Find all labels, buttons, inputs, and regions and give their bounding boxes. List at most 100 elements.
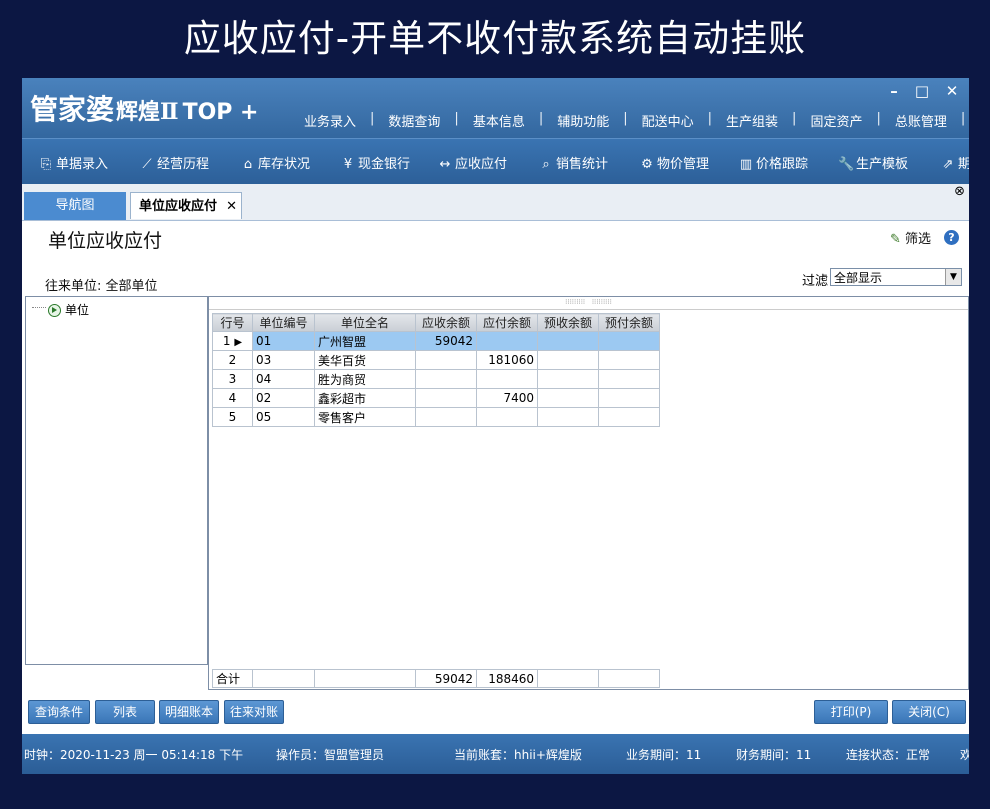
table-cell[interactable]: 零售客户 [314, 407, 416, 427]
toolbar-period[interactable]: ⇗ 期 [940, 153, 969, 172]
table-cell[interactable] [537, 350, 599, 370]
column-header[interactable]: 行号 [212, 313, 253, 332]
table-cell[interactable] [537, 331, 599, 351]
detail-ledger-button[interactable]: 明细账本 [159, 700, 219, 724]
table-cell[interactable]: 05 [252, 407, 315, 427]
toolbar-receivable-payable[interactable]: ↔ 应收应付 [437, 153, 507, 172]
drag-handle[interactable]: ⁞⁞⁞⁞⁞⁞⁞⁞⁞ ⁞⁞⁞⁞⁞⁞⁞⁞⁞ [209, 297, 968, 310]
maximize-icon[interactable]: □ [912, 82, 932, 100]
table-cell[interactable] [415, 350, 477, 370]
table-row[interactable]: 2 03 美华百货 181060 [212, 350, 660, 370]
totals-cell [252, 669, 315, 688]
balance-grid: ⁞⁞⁞⁞⁞⁞⁞⁞⁞ ⁞⁞⁞⁞⁞⁞⁞⁞⁞ 行号 单位编号 单位全名 应收余额 应付… [208, 296, 969, 690]
unit-tree: 单位 [25, 296, 208, 665]
menu-item[interactable]: 数据查询 [388, 111, 440, 130]
table-cell[interactable] [598, 331, 660, 351]
table-cell[interactable]: 美华百货 [314, 350, 416, 370]
table-row[interactable]: 4 02 鑫彩超市 7400 [212, 388, 660, 408]
tab-navigation[interactable]: 导航图 [24, 192, 126, 220]
toolbar-sales-stats[interactable]: ⌕ 销售统计 [538, 153, 608, 172]
table-cell[interactable] [476, 369, 538, 389]
table-row[interactable]: 3 04 胜为商贸 [212, 369, 660, 389]
status-business-period: 业务期间：11 [626, 748, 702, 762]
table-cell[interactable]: 7400 [476, 388, 538, 408]
minimize-icon[interactable]: – [884, 82, 904, 100]
table-cell[interactable] [415, 369, 477, 389]
gear-icon: ⚙ [641, 157, 653, 172]
menu-item[interactable]: 辅助功能 [557, 111, 609, 130]
app-logo: 管家婆辉煌Ⅱ TOP + [30, 94, 259, 129]
totals-receivable: 59042 [415, 669, 477, 688]
filter-select[interactable]: 全部显示 ▼ [830, 268, 962, 286]
table-cell[interactable] [476, 331, 538, 351]
table-cell[interactable] [415, 407, 477, 427]
menu-item[interactable]: 配送中心 [642, 111, 694, 130]
toolbar: ⎘ 单据录入 ⟋ 经营历程 ⌂ 库存状况 ¥ 现金银行 ↔ 应收应付 ⌕ 销售统计 ⚙ 物价管… [22, 138, 969, 185]
chart-icon: ⟋ [142, 157, 152, 172]
play-icon [48, 304, 61, 317]
toolbar-price-tracking[interactable]: ▥ 价格跟踪 [738, 153, 808, 172]
logo-main: 管家婆 [30, 93, 115, 126]
table-cell[interactable]: 02 [252, 388, 315, 408]
print-button[interactable]: 打印(P) [814, 700, 888, 724]
table-cell[interactable] [537, 388, 599, 408]
column-header[interactable]: 预付余额 [598, 313, 660, 332]
table-cell[interactable] [598, 388, 660, 408]
column-header[interactable]: 单位编号 [252, 313, 315, 332]
tree-node-unit[interactable]: 单位 [48, 301, 89, 318]
tab-strip: 导航图 单位应收应付 ✕ ⊗ [22, 184, 969, 221]
toolbar-price-management[interactable]: ⚙ 物价管理 [639, 153, 709, 172]
main-menu: 业务录入 | 数据查询 | 基本信息 | 辅助功能 | 配送中心 | 生产组装 | 固定资产… [304, 111, 966, 130]
help-icon[interactable]: ? [944, 230, 959, 245]
column-header[interactable]: 预收余额 [537, 313, 599, 332]
table-cell[interactable] [476, 407, 538, 427]
table-cell[interactable] [598, 369, 660, 389]
filter-button[interactable]: ✎ 筛选 [890, 228, 931, 247]
row-pointer-icon: ▶ [234, 337, 243, 348]
totals-label: 合计 [212, 669, 253, 688]
table-cell[interactable] [415, 388, 477, 408]
close-tab-icon[interactable]: ✕ [226, 193, 237, 220]
menu-item[interactable]: 基本信息 [473, 111, 525, 130]
close-button[interactable]: 关闭(C) [892, 700, 966, 724]
table-cell[interactable] [598, 350, 660, 370]
query-conditions-button[interactable]: 查询条件 [28, 700, 90, 724]
menu-item[interactable]: 固定资产 [810, 111, 862, 130]
chevron-down-icon[interactable]: ▼ [945, 269, 961, 285]
menu-item[interactable]: 生产组装 [726, 111, 778, 130]
table-cell[interactable]: 广州智盟 [314, 331, 416, 351]
yen-icon: ¥ [343, 157, 353, 172]
table-cell[interactable]: 03 [252, 350, 315, 370]
search-icon: ⌕ [542, 157, 550, 172]
table-cell[interactable]: 鑫彩超市 [314, 388, 416, 408]
list-button[interactable]: 列表 [95, 700, 155, 724]
totals-payable: 188460 [476, 669, 538, 688]
table-row[interactable]: 1 ▶ 01 广州智盟 59042 [212, 331, 660, 351]
table-cell[interactable]: 01 [252, 331, 315, 351]
close-window-icon[interactable]: ✕ [942, 82, 962, 100]
unit-label: 往来单位: 全部单位 [45, 279, 158, 294]
table-cell[interactable]: 04 [252, 369, 315, 389]
table-row[interactable]: 5 05 零售客户 [212, 407, 660, 427]
toolbar-cash-bank[interactable]: ¥ 现金银行 [340, 153, 410, 172]
table-cell[interactable] [537, 407, 599, 427]
toolbar-document-entry[interactable]: ⎘ 单据录入 [38, 153, 108, 172]
column-header[interactable]: 应收余额 [415, 313, 477, 332]
tab-unit-receivable-payable[interactable]: 单位应收应付 ✕ [130, 192, 242, 219]
toolbar-inventory[interactable]: ⌂ 库存状况 [240, 153, 310, 172]
column-header[interactable]: 单位全名 [314, 313, 416, 332]
table-cell[interactable] [598, 407, 660, 427]
column-header[interactable]: 应付余额 [476, 313, 538, 332]
toolbar-production-template[interactable]: 🔧 生产模板 [838, 153, 908, 172]
table-cell[interactable]: 59042 [415, 331, 477, 351]
menu-item[interactable]: 业务录入 [304, 111, 356, 130]
menu-item[interactable]: 总账管理 [895, 111, 947, 130]
reconcile-button[interactable]: 往来对账 [224, 700, 284, 724]
table-cell[interactable]: 181060 [476, 350, 538, 370]
table-cell[interactable]: 胜为商贸 [314, 369, 416, 389]
external-icon: ⇗ [942, 157, 954, 172]
table-cell[interactable] [537, 369, 599, 389]
close-panel-icon[interactable]: ⊗ [954, 184, 965, 199]
status-operator: 操作员：智盟管理员 [276, 748, 385, 762]
toolbar-history[interactable]: ⟋ 经营历程 [139, 153, 209, 172]
